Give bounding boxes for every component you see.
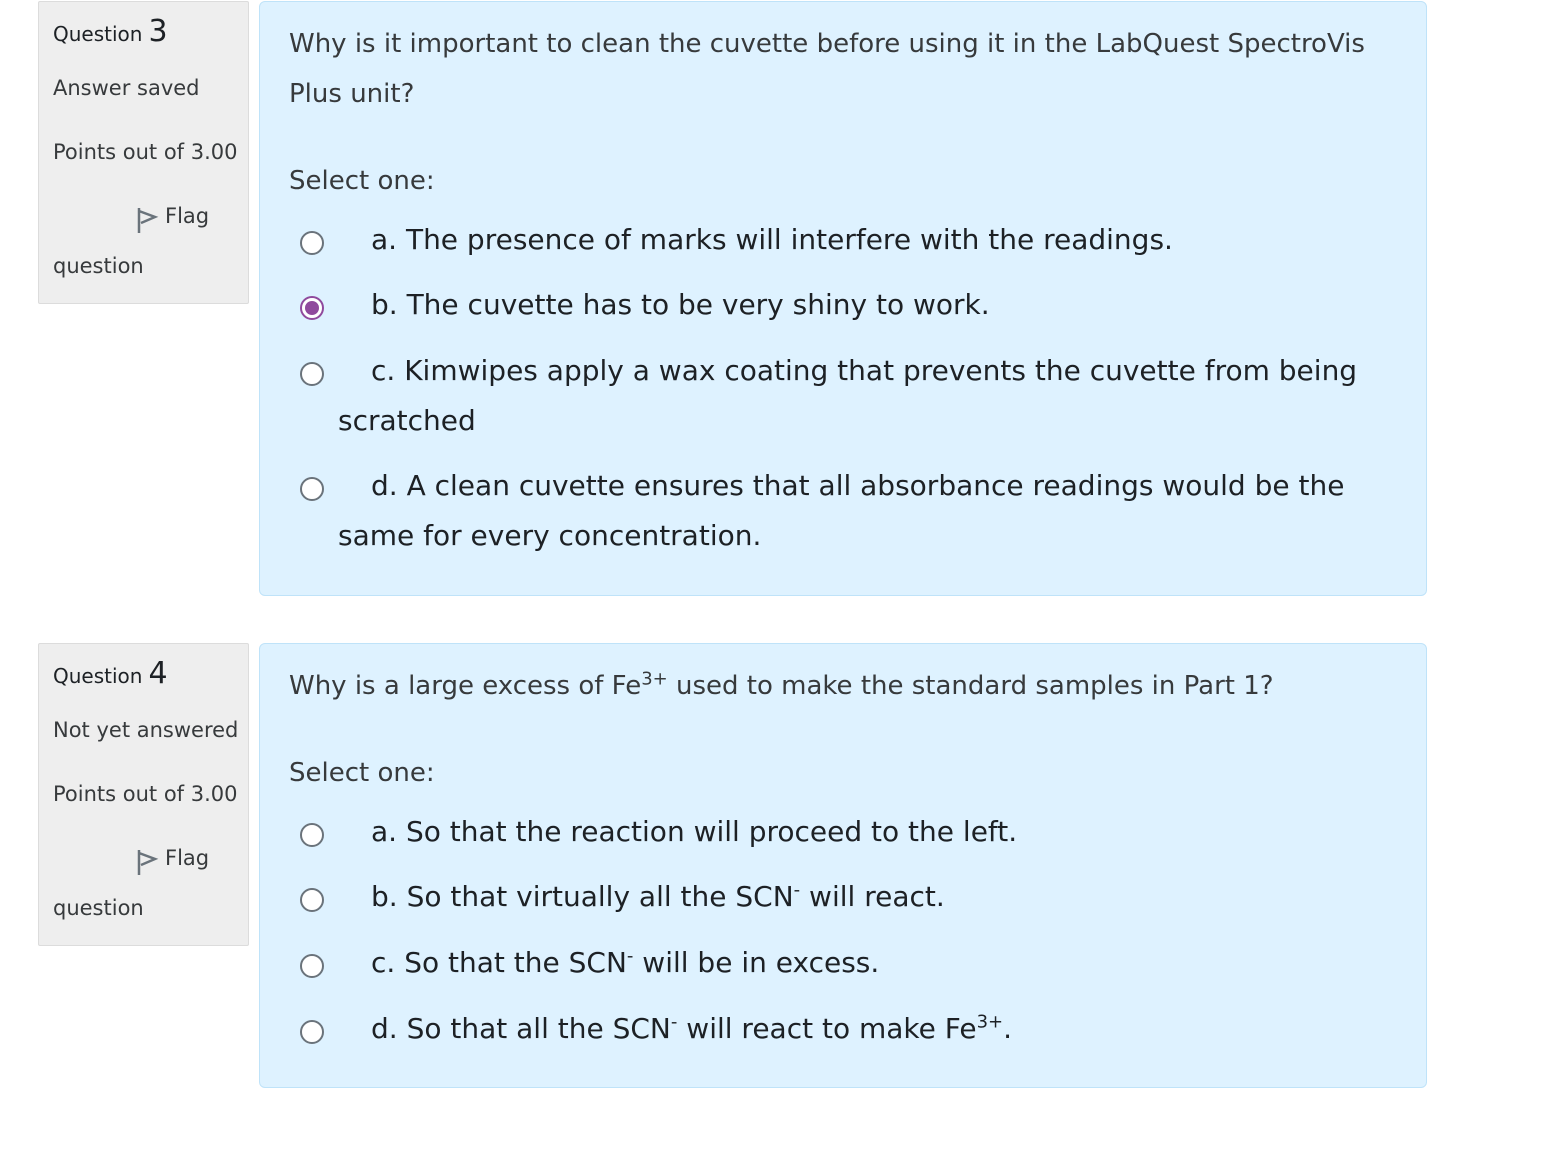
question-4-info: Question 4 Not yet answered Points out of… [38,643,249,946]
flag-question-button[interactable]: Flag [135,846,209,877]
question-text: Why is it important to clean the cuvette… [289,29,1365,109]
question-grade: Points out of 3.00 [53,782,238,806]
question-number: Question 4 [53,656,168,691]
question-grade: Points out of 3.00 [53,140,238,164]
flag-question-label[interactable]: question [53,254,144,278]
option-label[interactable]: c. So that the SCN- will be in excess. [338,938,1368,988]
option-label[interactable]: d. So that all the SCN- will react to ma… [338,1004,1368,1054]
option-label[interactable]: b. The cuvette has to be very shiny to w… [338,280,1368,330]
option-label[interactable]: b. So that virtually all the SCN- will r… [338,872,1368,922]
flag-question-button[interactable]: Flag [135,204,209,235]
option-label[interactable]: c. Kimwipes apply a wax coating that pre… [338,346,1368,446]
radio-button[interactable] [300,362,324,386]
question-4-content: Why is a large excess of Fe3+ used to ma… [259,643,1427,1088]
radio-button[interactable] [300,477,324,501]
question-3-content: Why is it important to clean the cuvette… [259,1,1427,596]
flag-icon [137,208,159,233]
option-label[interactable]: a. The presence of marks will interfere … [338,215,1368,265]
select-one-prompt: Select one: [289,758,435,788]
option-label[interactable]: d. A clean cuvette ensures that all abso… [338,461,1368,561]
flag-icon [137,850,159,875]
radio-button[interactable] [300,954,324,978]
question-number: Question 3 [53,14,168,49]
question-3-info: Question 3 Answer saved Points out of 3.0… [38,1,249,304]
option-label[interactable]: a. So that the reaction will proceed to … [338,807,1368,857]
flag-question-label[interactable]: question [53,896,144,920]
select-one-prompt: Select one: [289,166,435,196]
radio-button[interactable] [300,888,324,912]
question-state: Answer saved [53,76,200,100]
radio-button[interactable] [300,823,324,847]
question-text: Why is a large excess of Fe3+ used to ma… [289,668,1274,701]
radio-button[interactable] [300,1020,324,1044]
radio-button[interactable] [300,231,324,255]
radio-button-selected[interactable] [300,296,324,320]
question-state: Not yet answered [53,718,239,742]
